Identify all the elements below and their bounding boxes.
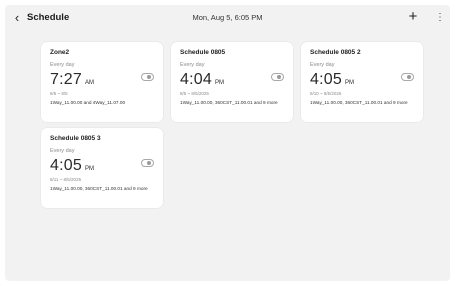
schedule-toggle[interactable] [271, 73, 284, 81]
schedule-clock: 4:05 [50, 157, 82, 174]
schedule-date-range: 8/11 ~ 8/5/2025 [50, 177, 82, 182]
schedule-clock: 4:05 [310, 71, 342, 88]
schedule-time: 4:05 PM [310, 71, 354, 89]
more-options-icon[interactable]: ⋮ [435, 10, 445, 26]
datetime-label: Mon, Aug 5, 6:05 PM [192, 13, 263, 22]
schedule-repeat: Every day [50, 148, 75, 154]
schedule-card[interactable]: Schedule 0805 3 Every day 4:05 PM 8/11 ~ … [41, 128, 163, 208]
schedule-date-range: 8/5 ~ 8/5 [50, 91, 68, 96]
top-bar: ‹ Schedule Mon, Aug 5, 6:05 PM + ⋮ [5, 5, 450, 31]
schedule-repeat: Every day [50, 62, 75, 68]
schedule-ampm: PM [214, 80, 224, 86]
schedule-name: Schedule 0805 2 [310, 49, 361, 56]
schedule-time: 7:27 AM [50, 71, 94, 89]
schedule-name: Zone2 [50, 49, 70, 56]
toggle-knob [147, 161, 151, 165]
toggle-knob [147, 75, 151, 79]
schedule-zones: 1Way_11.00.00, 360CST_11.00.01 and 9 mor… [310, 100, 408, 105]
schedule-time: 4:05 PM [50, 157, 94, 175]
app-screen: ‹ Schedule Mon, Aug 5, 6:05 PM + ⋮ Zone2… [5, 5, 450, 281]
schedule-ampm: AM [84, 80, 94, 86]
schedule-name: Schedule 0805 [180, 49, 226, 56]
schedule-clock: 7:27 [50, 71, 82, 88]
schedule-toggle[interactable] [141, 73, 154, 81]
toggle-knob [407, 75, 411, 79]
schedule-repeat: Every day [180, 62, 205, 68]
schedule-zones: 1Way_11.00.00 and 4Way_11.07.00 [50, 100, 126, 105]
schedule-ampm: PM [84, 166, 94, 172]
schedule-card[interactable]: Zone2 Every day 7:27 AM 8/5 ~ 8/5 1Way_11… [41, 42, 163, 122]
schedule-ampm: PM [344, 80, 354, 86]
schedule-toggle[interactable] [401, 73, 414, 81]
schedule-zones: 1Way_11.00.00, 360CST_11.00.01 and 9 mor… [180, 100, 278, 105]
schedule-repeat: Every day [310, 62, 335, 68]
schedule-name: Schedule 0805 3 [50, 135, 101, 142]
schedule-toggle[interactable] [141, 159, 154, 167]
toggle-knob [277, 75, 281, 79]
schedule-date-range: 8/10 ~ 8/5/2025 [310, 91, 342, 96]
schedule-card[interactable]: Schedule 0805 2 Every day 4:05 PM 8/10 ~ … [301, 42, 423, 122]
schedule-zones: 1Way_11.00.00, 360CST_11.00.01 and 9 mor… [50, 186, 148, 191]
schedule-clock: 4:04 [180, 71, 212, 88]
schedule-card[interactable]: Schedule 0805 Every day 4:04 PM 8/5 ~ 8/5… [171, 42, 293, 122]
schedule-date-range: 8/5 ~ 8/5/2025 [180, 91, 209, 96]
add-schedule-button[interactable]: + [405, 8, 421, 26]
schedule-time: 4:04 PM [180, 71, 224, 89]
